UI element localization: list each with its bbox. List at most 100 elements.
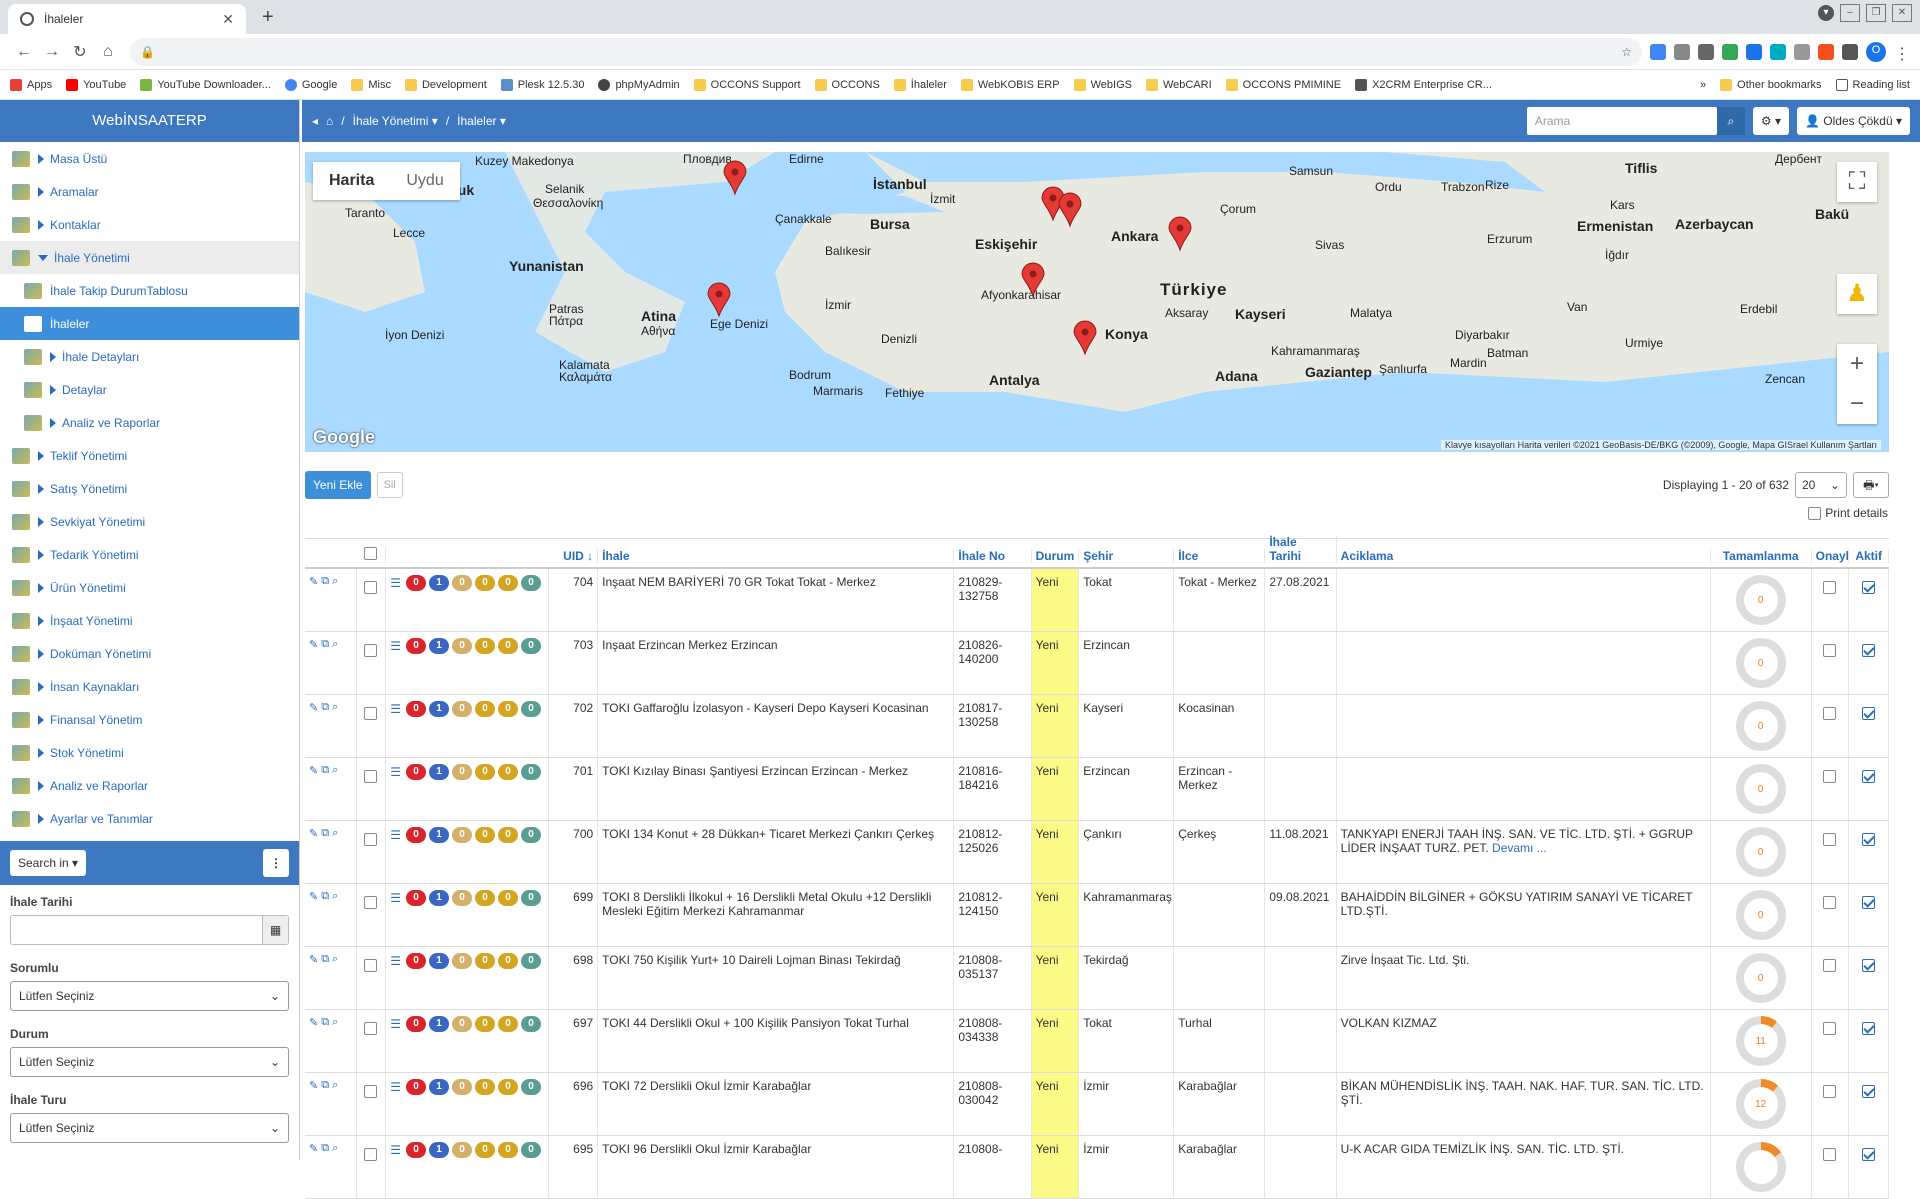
status-count-badge[interactable]: 0 [452,1016,473,1032]
header-durum[interactable]: Durum [1032,549,1080,563]
onayli-checkbox[interactable] [1823,707,1837,720]
onayli-checkbox[interactable] [1823,1148,1837,1161]
onayli-checkbox[interactable] [1823,1085,1837,1098]
status-count-badge[interactable]: 0 [521,764,542,780]
copy-icon[interactable]: ⧉ [321,890,329,903]
status-count-badge[interactable]: 0 [406,1079,427,1095]
status-count-badge[interactable]: 0 [406,575,427,591]
status-count-badge[interactable]: 0 [406,638,427,654]
search-icon[interactable]: ⌕ [332,953,338,966]
aktif-checkbox[interactable] [1862,896,1876,909]
back-arrow-icon[interactable]: ◂ [312,114,318,128]
header-ihale-tarihi[interactable]: İhale Tarihi [1265,535,1337,563]
status-count-badge[interactable]: 0 [452,701,473,717]
search-icon[interactable]: ⌕ [332,827,338,840]
status-count-badge[interactable]: 0 [452,827,473,843]
breadcrumb-ihaleler[interactable]: İhaleler ▾ [457,114,506,128]
onayli-checkbox[interactable] [1823,1022,1837,1035]
sorumlu-select[interactable]: Lütfen Seçiniz ⌄ [10,981,289,1011]
edit-icon[interactable]: ✎ [309,764,318,777]
edit-icon[interactable]: ✎ [309,638,318,651]
list-icon[interactable]: ☰ [390,702,401,716]
row-checkbox[interactable] [364,644,378,657]
ihale-tarihi-input[interactable]: ▦ [10,915,289,945]
cell-ihale[interactable]: TOKI 750 Kişilik Yurt+ 10 Daireli Lojman… [598,947,955,1009]
table-row[interactable]: ✎ ⧉ ⌕ ☰ 0 1 0 0 0 0 697 TOKI 44 Derslikli Okul… [305,1010,1889,1073]
sidebar-item[interactable]: Masa Üstü [0,142,299,175]
status-count-badge[interactable]: 0 [475,1079,496,1095]
header-ihale-no[interactable]: İhale No [954,549,1032,563]
status-count-badge[interactable]: 0 [452,1142,473,1158]
bookmark-item[interactable]: Google [284,78,337,91]
aktif-checkbox[interactable] [1862,1148,1876,1161]
header-tamamlanma[interactable]: Tamamlanma [1711,549,1812,563]
more-options-icon[interactable]: ⋮ [263,849,289,877]
star-icon[interactable]: ☆ [1621,45,1632,59]
edit-icon[interactable]: ✎ [309,827,318,840]
close-tab-icon[interactable]: ✕ [222,11,234,28]
status-count-badge[interactable]: 0 [452,953,473,969]
map-tab-uydu[interactable]: Uydu [390,162,459,200]
cell-ihale[interactable]: Inşaat NEM BARİYERİ 70 GR Tokat Tokat - … [598,569,955,631]
status-count-badge[interactable]: 1 [429,575,450,591]
bookmark-item[interactable]: X2CRM Enterprise CR... [1355,78,1492,91]
cell-ihale[interactable]: TOKI 44 Derslikli Okul + 100 Kişilik Pan… [598,1010,955,1072]
calendar-icon[interactable]: ▦ [262,916,288,944]
status-count-badge[interactable]: 0 [498,701,519,717]
status-count-badge[interactable]: 0 [475,764,496,780]
edit-icon[interactable]: ✎ [309,890,318,903]
status-count-badge[interactable]: 0 [475,890,496,906]
bookmark-item[interactable]: İhaleler [893,78,947,91]
aktif-checkbox[interactable] [1862,959,1876,972]
home-icon[interactable]: ⌂ [94,43,122,61]
row-checkbox[interactable] [364,959,378,972]
sidebar-item[interactable]: Analiz ve Raporlar [0,406,299,439]
edit-icon[interactable]: ✎ [309,1079,318,1092]
map-marker-icon[interactable] [1021,262,1045,298]
sidebar-item[interactable]: Sevkiyat Yönetimi [0,505,299,538]
status-count-badge[interactable]: 0 [498,1016,519,1032]
status-count-badge[interactable]: 0 [475,701,496,717]
copy-icon[interactable]: ⧉ [321,701,329,714]
row-checkbox[interactable] [364,581,378,594]
table-row[interactable]: ✎ ⧉ ⌕ ☰ 0 1 0 0 0 0 700 TOKI 134 Konut + 28 Dü… [305,821,1889,884]
map-tab-harita[interactable]: Harita [313,162,390,200]
list-icon[interactable]: ☰ [390,639,401,653]
menu-dots-icon[interactable]: ⋮ [1894,44,1910,63]
read-more-link[interactable]: Devamı ... [1492,841,1547,855]
print-icon[interactable]: 🖶▾ [1853,472,1889,498]
sidebar-item[interactable]: Tedarik Yönetimi [0,538,299,571]
cell-ihale[interactable]: TOKI 134 Konut + 28 Dükkan+ Ticaret Merk… [598,821,955,883]
status-count-badge[interactable]: 0 [521,1142,542,1158]
reading-list[interactable]: Reading list [1835,78,1910,91]
status-count-badge[interactable]: 0 [521,1079,542,1095]
page-size-select[interactable]: 20 ⌄ [1795,472,1847,498]
bookmark-item[interactable]: WebIGS [1073,78,1132,91]
status-count-badge[interactable]: 0 [498,827,519,843]
breadcrumb-ihale-yonetimi[interactable]: İhale Yönetimi ▾ [353,114,438,128]
bookmark-item[interactable]: WebCARI [1145,78,1212,91]
status-count-badge[interactable]: 0 [498,1142,519,1158]
status-count-badge[interactable]: 1 [429,701,450,717]
bookmark-item[interactable]: phpMyAdmin [598,78,680,91]
minimize-button[interactable]: – [1840,4,1860,22]
status-count-badge[interactable]: 0 [406,827,427,843]
bookmark-item[interactable]: Development [404,78,487,91]
tab-search-icon[interactable]: ▾ [1818,5,1834,21]
translate-icon[interactable] [1650,43,1666,60]
status-count-badge[interactable]: 1 [429,638,450,654]
row-checkbox[interactable] [364,770,378,783]
list-icon[interactable]: ☰ [390,1080,401,1094]
bookmark-item[interactable]: WebKOBIS ERP [960,78,1060,91]
sidebar-item[interactable]: Doküman Yönetimi [0,637,299,670]
aktif-checkbox[interactable] [1862,833,1876,846]
map-marker-icon[interactable] [1168,216,1192,252]
url-input[interactable]: 🔒 ☆ [130,37,1642,66]
zoom-out-icon[interactable]: − [1837,384,1877,424]
search-icon[interactable]: ⌕ [332,890,338,903]
status-count-badge[interactable]: 0 [521,890,542,906]
onayli-checkbox[interactable] [1823,770,1837,783]
status-count-badge[interactable]: 0 [475,638,496,654]
copy-icon[interactable]: ⧉ [321,1142,329,1155]
status-count-badge[interactable]: 0 [498,764,519,780]
